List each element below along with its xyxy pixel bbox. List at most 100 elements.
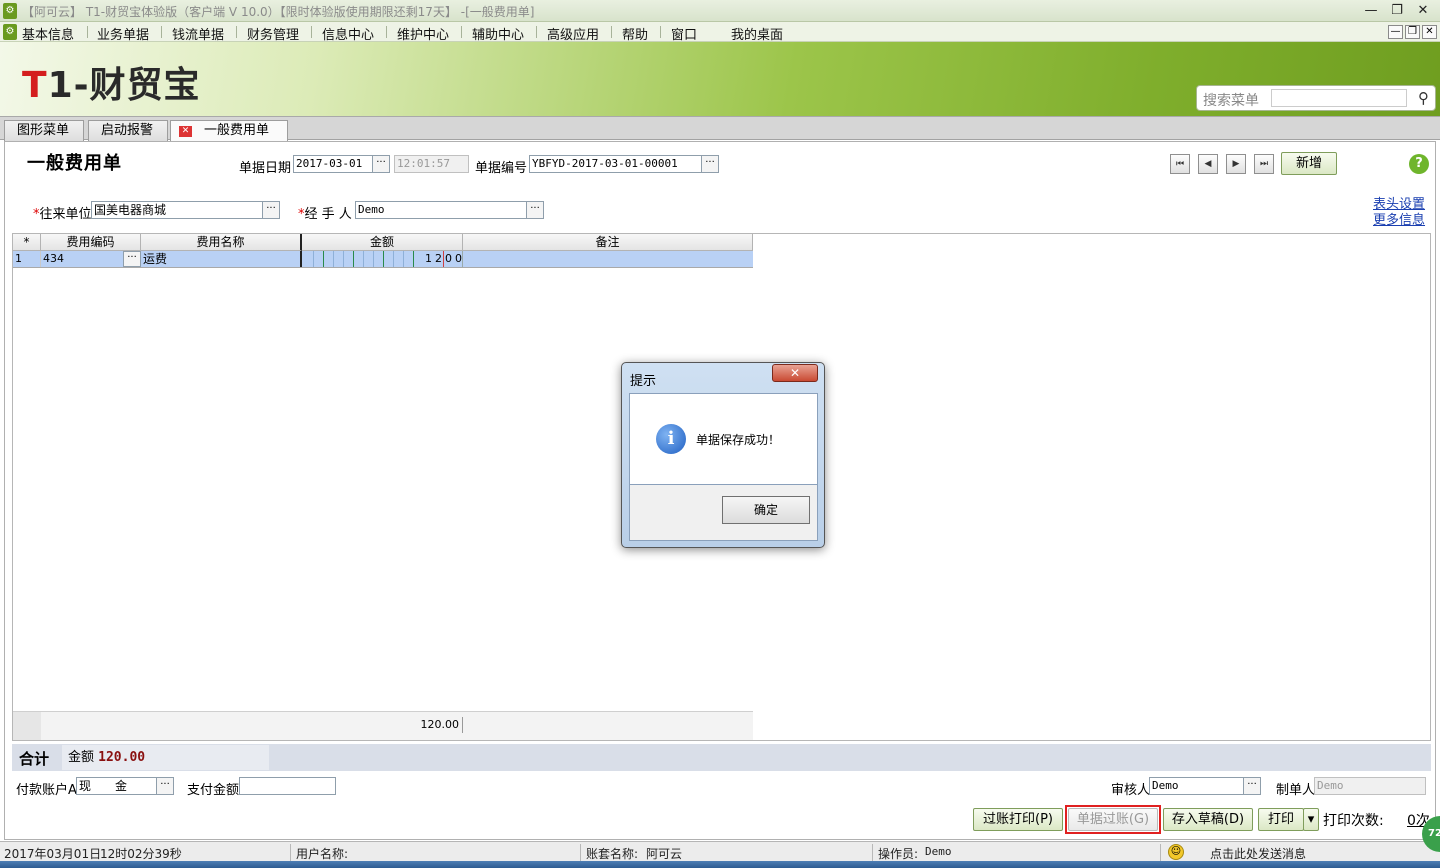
- party-field[interactable]: 国美电器商城: [91, 201, 263, 219]
- info-icon: i: [656, 424, 686, 454]
- dialog-close-button[interactable]: ✕: [772, 364, 818, 382]
- print-button[interactable]: 打印: [1258, 808, 1304, 831]
- help-icon[interactable]: ?: [1409, 154, 1429, 174]
- grid-summary-row: 120.00: [13, 711, 753, 740]
- prev-record-button[interactable]: ◀: [1198, 154, 1218, 174]
- row-number: 1: [13, 251, 41, 267]
- print-count-label: 打印次数:: [1323, 813, 1384, 829]
- menu-business-docs[interactable]: 业务单据: [97, 24, 149, 43]
- smile-icon[interactable]: ☺: [1168, 844, 1184, 860]
- print-dropdown-button[interactable]: ▾: [1303, 808, 1319, 831]
- mdi-minimize-button[interactable]: —: [1388, 25, 1403, 39]
- menu-basic-info[interactable]: 基本信息: [22, 24, 74, 43]
- menu-cashflow-docs[interactable]: 钱流单据: [172, 24, 224, 43]
- status-operator-label: 操作员:: [878, 847, 919, 861]
- minimize-button[interactable]: —: [1360, 2, 1382, 20]
- more-info-link[interactable]: 更多信息: [1373, 209, 1425, 228]
- menu-finance[interactable]: 财务管理: [247, 24, 299, 43]
- totals-bar: 合计 金额 120.00: [12, 744, 1431, 771]
- summary-divider: [462, 717, 463, 733]
- menu-info-center[interactable]: 信息中心: [322, 24, 374, 43]
- col-header-name[interactable]: 费用名称: [141, 234, 302, 251]
- payment-account-label: 付款账户A: [16, 783, 77, 798]
- window-title: 【阿可云】 T1-财贸宝体验版（客户端 V 10.0）【限时体验版使用期限还剩1…: [22, 5, 535, 19]
- menu-my-desktop[interactable]: 我的桌面: [731, 24, 783, 43]
- status-operator-value: Demo: [925, 845, 952, 858]
- post-print-button[interactable]: 过账打印(P): [973, 808, 1063, 831]
- status-account-set-label: 账套名称:: [586, 847, 639, 861]
- table-row[interactable]: 1 434 ··· 运费 12000: [13, 251, 753, 268]
- reviewer-field[interactable]: Demo: [1149, 777, 1246, 795]
- page-title: 一般费用单: [27, 153, 122, 174]
- payment-account-field[interactable]: 现 金: [76, 777, 158, 795]
- close-tab-icon[interactable]: ✕: [179, 126, 192, 137]
- send-message-link[interactable]: 点击此处发送消息: [1210, 845, 1306, 862]
- col-header-note[interactable]: 备注: [463, 234, 753, 251]
- menu-help[interactable]: 帮助: [622, 24, 648, 43]
- last-record-button[interactable]: ⏭: [1254, 154, 1274, 174]
- close-window-button[interactable]: ✕: [1412, 2, 1434, 20]
- date-picker-button[interactable]: ···: [372, 155, 390, 173]
- menu-search: 搜索菜单 ⚲: [1196, 85, 1436, 111]
- pay-amount-label: 支付金额: [187, 783, 240, 798]
- dialog-footer: 确定: [629, 485, 818, 541]
- menu-advanced[interactable]: 高级应用: [547, 24, 599, 43]
- menu-separator: [386, 26, 387, 38]
- save-draft-button[interactable]: 存入草稿(D): [1163, 808, 1253, 831]
- dialog-message: 单据保存成功！: [696, 433, 781, 447]
- message-dialog: 提示 ✕ i 单据保存成功！ 确定: [621, 362, 825, 548]
- reviewer-picker-button[interactable]: ···: [1243, 777, 1261, 795]
- search-input[interactable]: [1271, 89, 1407, 107]
- status-separator: [872, 844, 873, 861]
- handler-field[interactable]: Demo: [355, 201, 527, 219]
- doc-number-field[interactable]: YBFYD-2017-03-01-00001: [529, 155, 702, 173]
- status-user-label: 用户名称:: [296, 847, 349, 861]
- first-record-button[interactable]: ⏮: [1170, 154, 1190, 174]
- menu-window[interactable]: 窗口: [671, 24, 697, 43]
- status-separator: [290, 844, 291, 861]
- party-label: *往来单位: [33, 207, 92, 222]
- amount-cell[interactable]: 12000: [423, 251, 463, 267]
- time-field: 12:01:57: [394, 155, 469, 173]
- reviewer-label: 审核人: [1111, 783, 1151, 798]
- expense-name-cell[interactable]: 运费: [141, 251, 302, 267]
- handler-label: *经 手 人: [298, 207, 352, 222]
- ok-button[interactable]: 确定: [722, 496, 810, 524]
- tab-graphic-menu[interactable]: 图形菜单: [4, 120, 84, 141]
- tab-bar: 图形菜单 启动报警 ✕ 一般费用单: [0, 116, 1440, 142]
- next-record-button[interactable]: ▶: [1226, 154, 1246, 174]
- status-separator: [1160, 844, 1161, 861]
- mdi-restore-button[interactable]: ❐: [1405, 25, 1420, 39]
- note-cell[interactable]: [463, 251, 753, 267]
- status-separator: [580, 844, 581, 861]
- summary-row-spacer: [13, 712, 41, 740]
- expense-code-cell[interactable]: 434: [41, 251, 125, 267]
- add-button[interactable]: 新增: [1281, 152, 1337, 175]
- pay-amount-field[interactable]: [239, 777, 336, 795]
- col-header-amount[interactable]: 金额: [302, 234, 463, 251]
- mdi-close-button[interactable]: ✕: [1422, 25, 1437, 39]
- tab-general-expense[interactable]: ✕ 一般费用单: [170, 120, 288, 142]
- col-header-code[interactable]: 费用编码: [41, 234, 141, 251]
- app-logo: T1-财贸宝: [22, 65, 201, 106]
- expense-code-picker-button[interactable]: ···: [123, 251, 141, 267]
- menu-separator: [611, 26, 612, 38]
- menu-separator: [461, 26, 462, 38]
- menu-auxiliary[interactable]: 辅助中心: [472, 24, 524, 43]
- status-time: 12时02分39秒: [100, 847, 182, 861]
- maker-field: Demo: [1314, 777, 1426, 795]
- restore-button[interactable]: ❐: [1386, 2, 1408, 20]
- date-field[interactable]: 2017-03-01: [293, 155, 375, 173]
- menu-separator: [536, 26, 537, 38]
- party-picker-button[interactable]: ···: [262, 201, 280, 219]
- search-icon[interactable]: ⚲: [1418, 89, 1429, 107]
- post-document-button[interactable]: 单据过账(G): [1068, 808, 1158, 831]
- os-taskbar: [0, 861, 1440, 868]
- tab-startup-alarm[interactable]: 启动报警: [88, 120, 168, 141]
- handler-picker-button[interactable]: ···: [526, 201, 544, 219]
- payment-account-picker-button[interactable]: ···: [156, 777, 174, 795]
- doc-number-picker-button[interactable]: ···: [701, 155, 719, 173]
- lock-icon: ⚙: [3, 3, 17, 19]
- menu-maintenance[interactable]: 维护中心: [397, 24, 449, 43]
- amount-total: 120.00: [420, 718, 460, 731]
